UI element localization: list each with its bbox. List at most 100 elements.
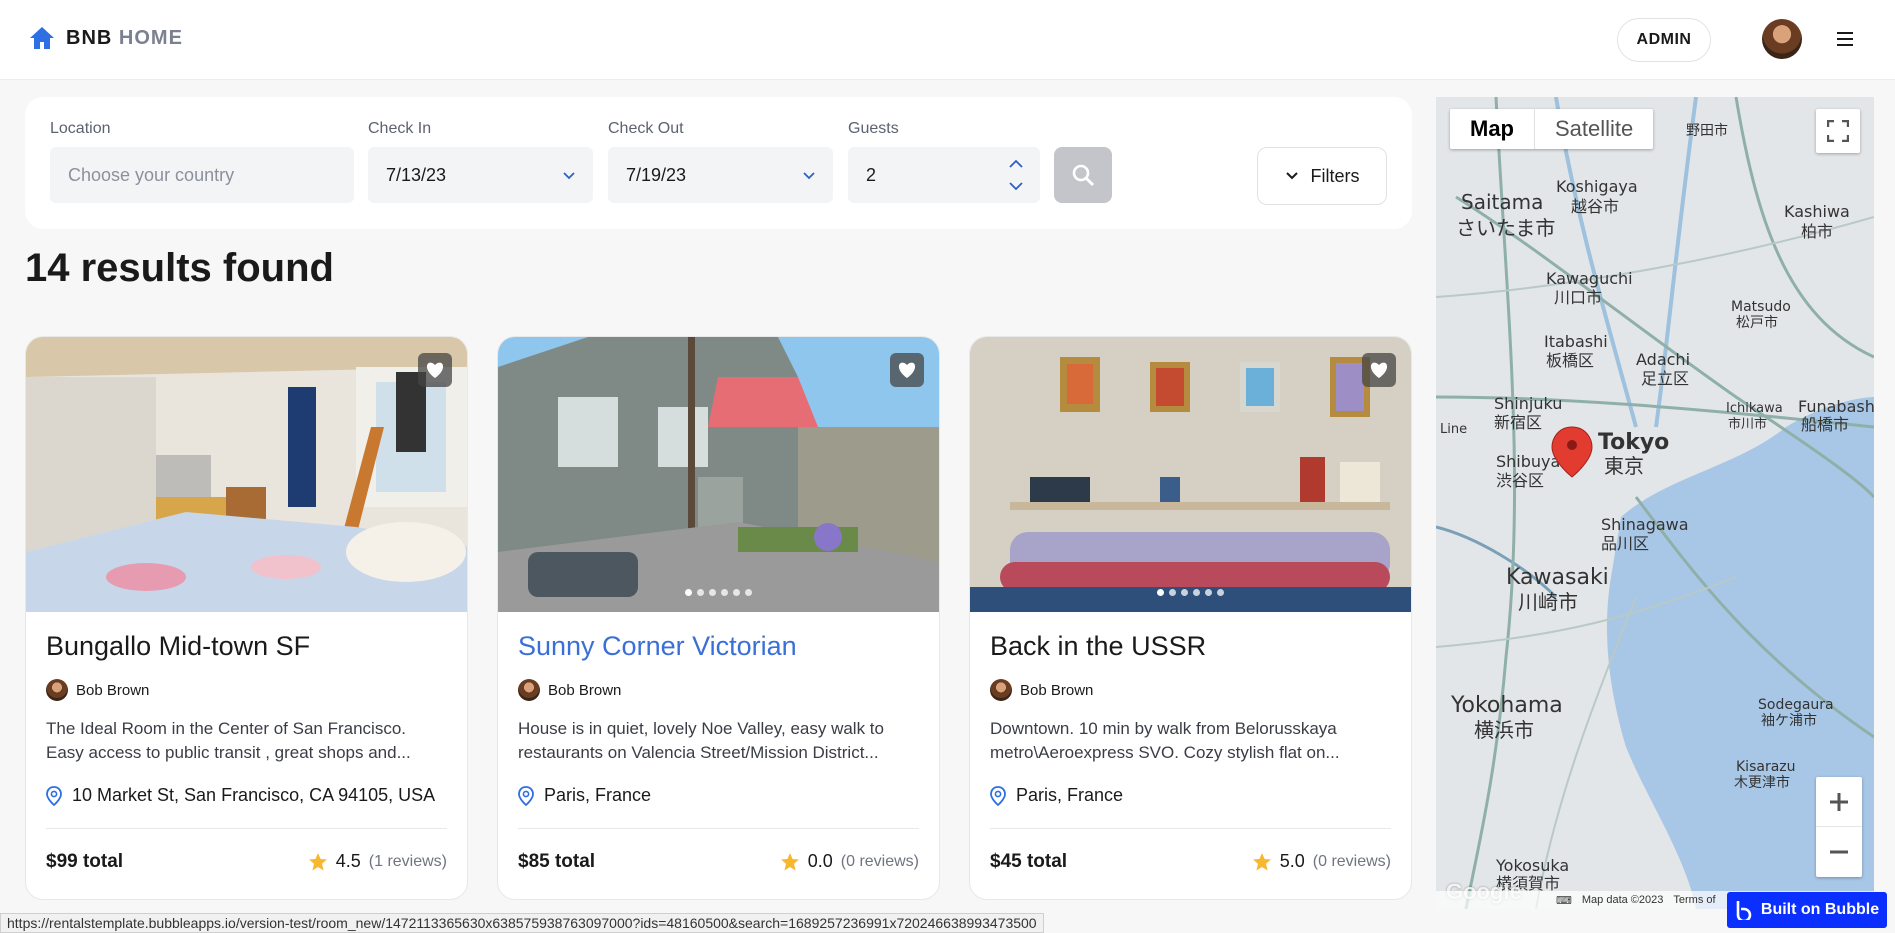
map-label: 東京 xyxy=(1604,454,1644,478)
listing-location: 10 Market St, San Francisco, CA 94105, U… xyxy=(46,785,435,806)
map-label: Tokyo xyxy=(1598,430,1669,455)
checkout-date-picker[interactable]: 7/19/23 xyxy=(608,147,833,203)
rating-value: 5.0 xyxy=(1279,851,1305,871)
photo-carousel-dots[interactable] xyxy=(498,589,939,596)
map-label: 足立区 xyxy=(1641,369,1689,388)
star-icon xyxy=(1252,852,1271,870)
guests-label: Guests xyxy=(848,120,899,137)
number-stepper-icon[interactable] xyxy=(1008,155,1024,195)
filters-button[interactable]: Filters xyxy=(1257,147,1387,205)
map-label: 市川市 xyxy=(1728,416,1767,432)
map-label: Saitama xyxy=(1461,190,1543,214)
top-header: BNB HOME ADMIN xyxy=(0,0,1895,80)
location-input[interactable]: Choose your country xyxy=(50,147,354,203)
map-label: Shinagawa xyxy=(1601,515,1689,534)
map-label: Ichikawa xyxy=(1726,401,1783,416)
map-label: 袖ケ浦市 xyxy=(1761,712,1817,729)
host-name: Bob Brown xyxy=(548,681,622,699)
map-label: Kawaguchi xyxy=(1546,269,1633,288)
location-label: Location xyxy=(50,120,111,137)
zoom-controls xyxy=(1816,777,1862,877)
listing-title[interactable]: Sunny Corner Victorian xyxy=(518,631,797,662)
map-label: 品川区 xyxy=(1601,534,1649,553)
map-label: Kisarazu xyxy=(1736,759,1796,775)
map-pin-icon xyxy=(518,785,534,806)
divider xyxy=(990,828,1391,829)
map-label: Kawasaki xyxy=(1506,565,1609,590)
heart-icon xyxy=(1370,362,1388,378)
map-label: Koshigaya xyxy=(1556,177,1638,196)
search-button[interactable] xyxy=(1054,147,1112,203)
map-label: 野田市 xyxy=(1686,122,1728,139)
listing-description: House is in quiet, lovely Noe Valley, ea… xyxy=(518,719,884,762)
zoom-out-button[interactable] xyxy=(1816,827,1862,877)
listing-description: Downtown. 10 min by walk from Belorusska… xyxy=(990,719,1340,762)
map-data-credit: Map data ©2023 xyxy=(1581,894,1664,906)
favorite-button[interactable] xyxy=(890,353,924,387)
map-label: Adachi xyxy=(1636,350,1690,369)
map-label: Funabashi xyxy=(1798,397,1874,416)
listing-photo[interactable] xyxy=(970,337,1412,612)
host-name: Bob Brown xyxy=(76,681,150,699)
badge-label: Built on Bubble xyxy=(1760,901,1880,918)
listing-title[interactable]: Back in the USSR xyxy=(990,631,1206,662)
listing-photo[interactable] xyxy=(498,337,940,612)
checkin-date-picker[interactable]: 7/13/23 xyxy=(368,147,593,203)
checkin-value: 7/13/23 xyxy=(386,164,447,185)
listing-card[interactable]: Sunny Corner Victorian Bob Brown House i… xyxy=(497,336,940,900)
fullscreen-button[interactable] xyxy=(1816,109,1860,153)
review-count: (0 reviews) xyxy=(1312,852,1391,870)
satellite-tab[interactable]: Satellite xyxy=(1535,109,1653,149)
rating-value: 4.5 xyxy=(335,851,361,871)
keyboard-icon[interactable]: ⌨ xyxy=(1556,894,1572,907)
terms-link[interactable]: Terms of xyxy=(1673,894,1715,906)
hamburger-menu-icon[interactable] xyxy=(1837,32,1853,46)
host-avatar xyxy=(518,679,540,701)
listing-card[interactable]: Bungallo Mid-town SF Bob Brown The Ideal… xyxy=(25,336,468,900)
map-label: 川口市 xyxy=(1554,288,1602,307)
map-label: Yokosuka xyxy=(1495,856,1569,875)
map-label: Line xyxy=(1440,422,1467,437)
built-on-bubble-badge[interactable]: Built on Bubble xyxy=(1727,892,1887,928)
listing-card[interactable]: Back in the USSR Bob Brown Downtown. 10 … xyxy=(969,336,1412,900)
zoom-in-button[interactable] xyxy=(1816,777,1862,827)
star-icon xyxy=(308,852,327,870)
favorite-button[interactable] xyxy=(418,353,452,387)
map-label: 木更津市 xyxy=(1734,774,1790,791)
divider xyxy=(518,828,919,829)
listing-price: $85 total xyxy=(518,851,596,872)
chevron-down-icon xyxy=(563,172,575,180)
map-pin-icon xyxy=(46,785,62,806)
heart-icon xyxy=(426,362,444,378)
listing-description: The Ideal Room in the Center of San Fran… xyxy=(46,719,411,762)
map-canvas[interactable]: Saitama さいたま市 Koshigaya 越谷市 Kashiwa 柏市 K… xyxy=(1436,97,1874,909)
listing-rating: 4.5 (1 reviews) xyxy=(308,851,447,872)
location-text: Paris, France xyxy=(544,785,652,805)
map-label: Matsudo xyxy=(1731,299,1791,315)
host-info: Bob Brown xyxy=(518,679,621,701)
host-info: Bob Brown xyxy=(990,679,1093,701)
listing-photo[interactable] xyxy=(26,337,468,612)
review-count: (0 reviews) xyxy=(840,852,919,870)
favorite-button[interactable] xyxy=(1362,353,1396,387)
map-label: 船橋市 xyxy=(1801,415,1849,434)
chevron-down-icon xyxy=(1285,172,1298,180)
map-tab[interactable]: Map xyxy=(1450,109,1535,149)
map-label: Shibuya xyxy=(1496,452,1560,471)
map-label: さいたま市 xyxy=(1456,216,1555,240)
listing-title[interactable]: Bungallo Mid-town SF xyxy=(46,631,310,662)
map-label: 川崎市 xyxy=(1518,590,1578,614)
photo-carousel-dots[interactable] xyxy=(970,589,1411,596)
logo[interactable]: BNB HOME xyxy=(28,24,183,52)
guests-input[interactable]: 2 xyxy=(848,147,1040,203)
map-label: Kashiwa xyxy=(1784,202,1850,221)
map-label: Itabashi xyxy=(1544,332,1608,351)
review-count: (1 reviews) xyxy=(368,852,447,870)
map-label: Sodegaura xyxy=(1758,697,1834,713)
listing-rating: 0.0 (0 reviews) xyxy=(780,851,919,872)
listing-location: Paris, France xyxy=(990,785,1123,806)
admin-button[interactable]: ADMIN xyxy=(1617,18,1711,62)
host-avatar xyxy=(990,679,1012,701)
user-avatar[interactable] xyxy=(1762,19,1802,59)
results-map[interactable]: Saitama さいたま市 Koshigaya 越谷市 Kashiwa 柏市 K… xyxy=(1436,97,1874,909)
